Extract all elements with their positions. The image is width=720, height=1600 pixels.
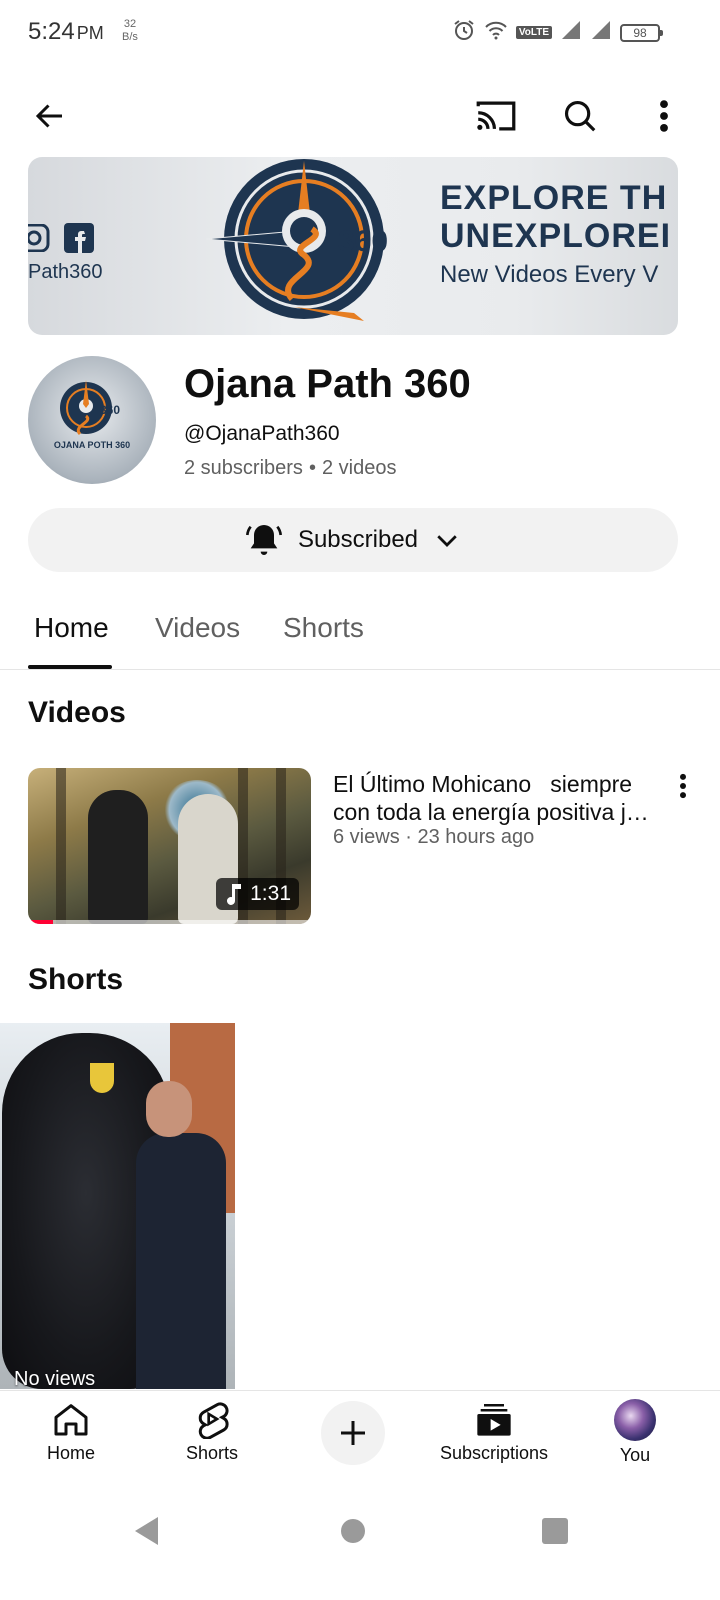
video-duration: 1:31 [250,882,291,905]
circle-home-icon [341,1519,365,1543]
nav-subscriptions-label: Subscriptions [439,1443,549,1463]
nav-shorts[interactable]: Shorts [147,1399,277,1475]
arrow-left-icon [35,104,62,128]
videos-section-title: Videos [28,696,126,729]
channel-avatar-logo-icon: 360 [60,380,120,436]
banner-social-icons [28,223,94,253]
signal-icon [560,19,582,46]
channel-logo-icon: 360 [205,159,388,321]
channel-banner: Path360 360 EXPLORE TH UNEXPLOREI New Vi… [28,157,678,335]
logo-360-text: 360 [338,225,388,258]
nav-shorts-label: Shorts [185,1443,239,1463]
banner-tagline-line3: New Videos Every V [440,261,659,288]
video-title: El Último Mohicano siempre con toda la e… [333,771,649,825]
video-list-item[interactable]: 1:31 El Último Mohicano siempre con toda… [28,768,698,928]
video-meta: 6 views · 23 hours ago [333,826,535,848]
alarm-icon [452,18,476,47]
thumbnail-figure [88,790,148,924]
watch-progress-bar [28,920,311,924]
channel-handle: @OjanaPath360 [184,422,340,445]
tab-videos[interactable]: Videos [155,612,240,644]
subscriptions-icon [477,1404,511,1436]
network-speed-value: 32 [123,18,137,30]
subscribed-label: Subscribed [297,526,419,553]
banner-tagline: EXPLORE TH UNEXPLOREI New Videos Every V [440,179,671,295]
signal-icon-2 [590,19,612,46]
stats-separator: • [308,457,316,479]
system-home-button[interactable] [328,1506,378,1556]
home-icon [54,1404,88,1436]
network-speed: 32 B/s [122,18,138,44]
facebook-icon [64,223,94,253]
video-count: 2 videos [321,457,397,479]
status-time-ampm: PM [76,23,104,43]
system-recents-button[interactable] [530,1506,580,1556]
back-button[interactable] [22,88,78,144]
nav-you[interactable]: You [570,1399,700,1475]
system-back-button[interactable] [122,1506,172,1556]
short-person-figure [136,1081,226,1389]
status-time-value: 5:24 [28,18,75,45]
channel-stats: 2 subscribers • 2 videos [184,457,396,480]
search-icon [564,100,596,132]
chevron-down-icon [437,535,457,547]
short-thumbnail[interactable]: No views [0,1023,235,1389]
watch-progress-fill [28,920,54,924]
banner-tagline-line1: EXPLORE TH [440,179,668,217]
network-speed-unit: B/s [122,31,138,43]
thumbnail-scenery [56,768,66,924]
cast-icon [476,101,516,131]
active-tab-indicator [28,665,112,669]
more-options-button[interactable] [636,88,692,144]
square-recents-icon [542,1518,568,1544]
create-button[interactable] [321,1401,385,1465]
avatar-text: OJANA POTH 360 [53,440,131,450]
avatar-360-text: 360 [100,403,120,417]
subscriber-count: 2 subscribers [184,457,303,479]
channel-name: Ojana Path 360 [184,362,471,406]
instagram-icon [28,224,50,252]
status-bar: 5:24 PM 32 B/s VoLTE 98 [0,0,720,64]
more-vert-icon [660,100,668,132]
user-avatar [614,1399,656,1441]
bottom-navigation: Home Shorts Subscriptions You [0,1390,720,1482]
short-person-body [136,1133,226,1389]
status-time: 5:24 PM [28,18,104,46]
short-eagle-beak [90,1063,114,1093]
subscribed-button[interactable]: Subscribed [28,508,678,572]
shorts-icon [198,1402,229,1439]
video-action-menu-button[interactable] [668,768,698,804]
plus-icon [341,1421,365,1445]
top-app-bar [0,84,720,148]
search-button[interactable] [552,88,608,144]
volte-indicator: VoLTE [515,26,552,39]
music-note-icon [227,884,242,905]
video-thumbnail[interactable]: 1:31 [28,768,311,924]
tab-home[interactable]: Home [34,612,109,644]
channel-avatar[interactable]: 360 OJANA POTH 360 [28,356,156,484]
bell-icon [245,525,282,555]
nav-subscriptions[interactable]: Subscriptions [429,1399,559,1475]
status-icons: VoLTE 98 [452,18,663,47]
short-views: No views [14,1368,96,1389]
wifi-icon [484,20,508,45]
nav-home[interactable]: Home [6,1399,136,1475]
cast-button[interactable] [468,88,524,144]
nav-you-label: You [619,1445,651,1465]
banner-handle-text: Path360 [28,261,103,283]
banner-tagline-line2: UNEXPLOREI [440,217,672,255]
system-navigation-bar [0,1482,720,1600]
nav-home-label: Home [46,1443,95,1463]
shorts-section-title: Shorts [28,963,124,996]
tab-shorts[interactable]: Shorts [283,612,364,644]
triangle-back-icon [135,1517,158,1545]
battery-indicator: 98 [620,23,663,42]
short-person-head [146,1081,192,1137]
more-vert-icon [680,773,686,799]
duration-badge: 1:31 [216,878,299,910]
channel-tabs: Home Videos Shorts [0,590,720,670]
